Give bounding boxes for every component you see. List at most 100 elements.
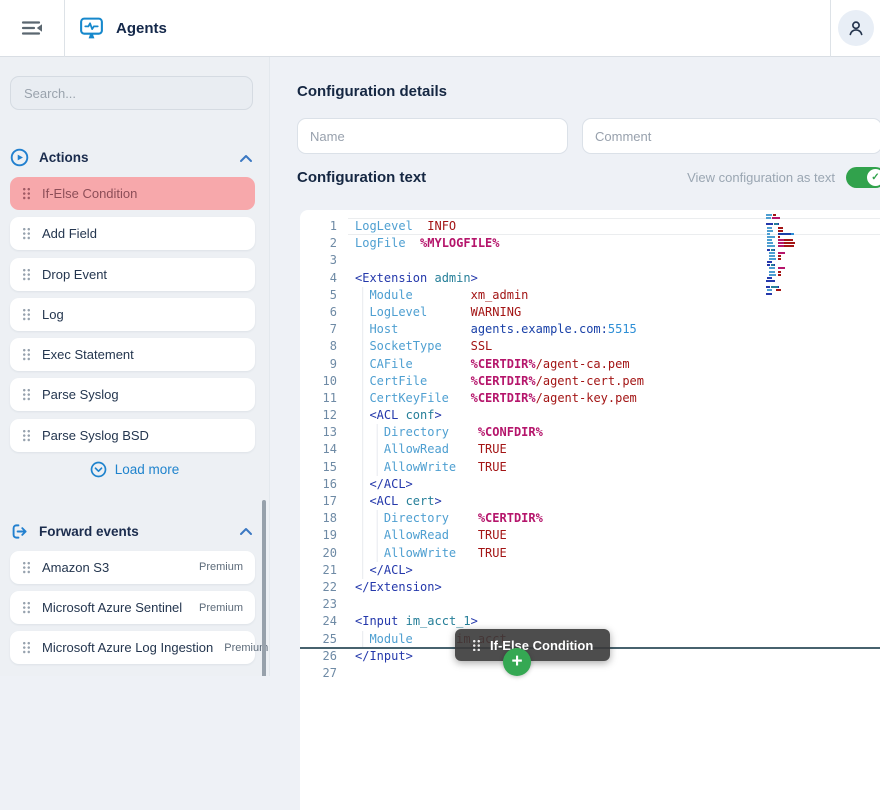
code-line[interactable]: 14AllowRead TRUE — [300, 441, 880, 458]
agents-monitor-icon — [78, 15, 105, 42]
line-number: 26 — [300, 648, 337, 665]
toggle-check-icon: ✓ — [867, 169, 880, 186]
load-more-button[interactable]: Load more — [0, 461, 269, 478]
section-header-forward-events[interactable]: Forward events — [10, 522, 253, 541]
sidebar-item[interactable]: Log — [10, 298, 255, 331]
drag-ghost-tooltip: If-Else Condition — [455, 629, 610, 661]
sidebar-item[interactable]: If-Else Condition — [10, 177, 255, 210]
line-number: 4 — [300, 270, 337, 287]
indent-guide — [355, 321, 369, 338]
name-field[interactable] — [297, 118, 568, 154]
drag-handle-icon[interactable] — [22, 227, 31, 240]
sidebar-item-label: If-Else Condition — [42, 186, 137, 201]
code-line[interactable]: 18Directory %CERTDIR% — [300, 510, 880, 527]
line-number: 25 — [300, 631, 337, 648]
indent-guide — [355, 527, 384, 544]
user-icon — [845, 17, 867, 39]
sidebar-item[interactable]: Add Field — [10, 217, 255, 250]
premium-badge: Premium — [199, 602, 243, 614]
drag-handle-icon[interactable] — [22, 268, 31, 281]
editor-minimap[interactable] — [766, 214, 814, 299]
drag-handle-icon[interactable] — [22, 388, 31, 401]
line-number: 17 — [300, 493, 337, 510]
indent-guide — [355, 356, 369, 373]
line-number: 1 — [300, 218, 337, 235]
view-as-text-label: View configuration as text — [687, 170, 835, 185]
drag-handle-icon[interactable] — [22, 641, 31, 654]
sidebar-item[interactable]: Microsoft Azure SentinelPremium — [10, 591, 255, 624]
line-number: 2 — [300, 235, 337, 252]
sidebar-scrollbar-thumb[interactable] — [262, 500, 266, 676]
sidebar-item-label: Parse Syslog BSD — [42, 428, 149, 443]
code-line[interactable]: 17<ACL cert> — [300, 493, 880, 510]
code-line[interactable]: 7Host agents.example.com:5515 — [300, 321, 880, 338]
code-line[interactable]: 20AllowWrite TRUE — [300, 545, 880, 562]
sidebar-item[interactable]: Drop Event — [10, 258, 255, 291]
line-number: 6 — [300, 304, 337, 321]
load-more-label: Load more — [115, 462, 180, 477]
sidebar-item-label: Log — [42, 307, 64, 322]
code-line[interactable]: 6LogLevel WARNING — [300, 304, 880, 321]
sidebar-item-label: Drop Event — [42, 267, 107, 282]
sidebar-item[interactable]: Amazon S3Premium — [10, 551, 255, 584]
section-header-actions[interactable]: Actions — [10, 148, 253, 167]
line-number: 19 — [300, 527, 337, 544]
chevron-up-icon[interactable] — [239, 153, 253, 163]
indent-guide — [355, 287, 369, 304]
code-line[interactable]: 8SocketType SSL — [300, 338, 880, 355]
sidebar-item[interactable]: Parse Syslog — [10, 378, 255, 411]
drop-add-icon: + — [503, 648, 531, 676]
user-avatar-button[interactable] — [838, 10, 874, 46]
line-number: 5 — [300, 287, 337, 304]
drag-handle-icon[interactable] — [22, 187, 31, 200]
indent-guide — [355, 562, 369, 579]
code-line[interactable]: 10CertFile %CERTDIR%/agent-cert.pem — [300, 373, 880, 390]
code-line[interactable]: 15AllowWrite TRUE — [300, 459, 880, 476]
section-title: Actions — [39, 150, 89, 165]
code-line[interactable]: 13Directory %CONFDIR% — [300, 424, 880, 441]
code-line[interactable]: 19AllowRead TRUE — [300, 527, 880, 544]
chevron-up-icon[interactable] — [239, 526, 253, 536]
collapse-sidebar-button[interactable] — [0, 0, 64, 56]
code-line[interactable]: 22</Extension> — [300, 579, 880, 596]
configuration-text-title: Configuration text — [297, 169, 426, 186]
drag-ghost-label: If-Else Condition — [490, 638, 593, 653]
sidebar-item-label: Microsoft Azure Log Ingestion — [42, 640, 213, 655]
section-title: Forward events — [39, 524, 139, 539]
indent-guide — [355, 459, 384, 476]
line-number: 20 — [300, 545, 337, 562]
main-content: Configuration details Configuration text… — [270, 57, 880, 676]
forward-events-list: Amazon S3Premium Microsoft Azure Sentinel… — [0, 551, 269, 665]
drag-handle-icon[interactable] — [22, 601, 31, 614]
menu-collapse-icon — [19, 16, 45, 40]
premium-badge: Premium — [199, 561, 243, 573]
code-line[interactable]: 27 — [300, 665, 880, 682]
code-line[interactable]: 9CAFile %CERTDIR%/agent-ca.pem — [300, 356, 880, 373]
drag-handle-icon[interactable] — [22, 308, 31, 321]
sidebar-item[interactable]: Microsoft Azure Log IngestionPremium — [10, 631, 255, 664]
code-line[interactable]: 24<Input im_acct_1> — [300, 613, 880, 630]
sidebar-item[interactable]: Exec Statement — [10, 338, 255, 371]
code-line[interactable]: 11CertKeyFile %CERTDIR%/agent-key.pem — [300, 390, 880, 407]
code-editor[interactable]: 1LogLevel INFO2LogFile %MYLOGFILE%34<Ext… — [300, 210, 880, 810]
code-line[interactable]: 16</ACL> — [300, 476, 880, 493]
code-line[interactable]: 21</ACL> — [300, 562, 880, 579]
sidebar-item[interactable]: Parse Syslog BSD — [10, 419, 255, 452]
indent-guide — [355, 476, 369, 493]
indent-guide — [355, 373, 369, 390]
code-line[interactable]: 12<ACL conf> — [300, 407, 880, 424]
drag-handle-icon — [472, 639, 481, 651]
line-number: 14 — [300, 441, 337, 458]
comment-field[interactable] — [582, 118, 880, 154]
line-number: 13 — [300, 424, 337, 441]
line-number: 22 — [300, 579, 337, 596]
view-as-text-toggle[interactable]: ✓ — [846, 167, 880, 188]
drag-handle-icon[interactable] — [22, 429, 31, 442]
search-input[interactable] — [10, 76, 253, 110]
line-number: 8 — [300, 338, 337, 355]
drag-handle-icon[interactable] — [22, 348, 31, 361]
code-line[interactable]: 23 — [300, 596, 880, 613]
indent-guide — [355, 493, 369, 510]
drag-handle-icon[interactable] — [22, 561, 31, 574]
indent-guide — [355, 441, 384, 458]
